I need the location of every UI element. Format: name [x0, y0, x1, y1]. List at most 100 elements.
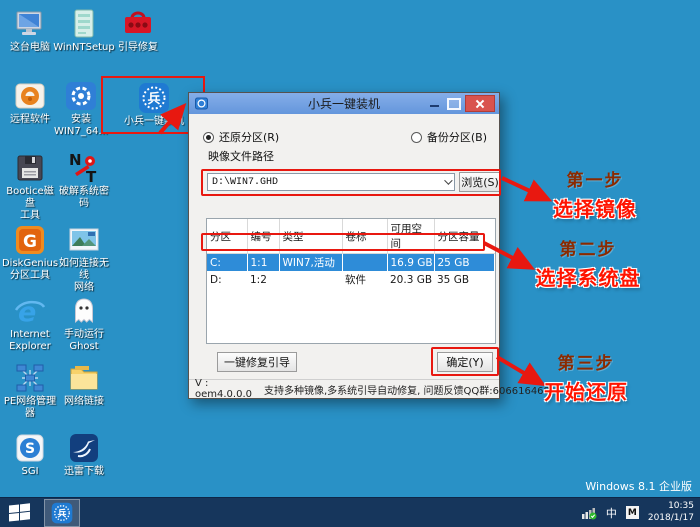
- status-text: 支持多种镜像,多系统引导自动修复, 问题反馈QQ群:606616468: [264, 385, 550, 397]
- ok-button[interactable]: 确定(Y): [437, 352, 493, 372]
- annotation-step-1: 第一步 选择镜像: [535, 166, 655, 222]
- partition-table: 分区 编号 类型 卷标 可用空间 分区容量 C: 1:1 WIN7,活动 16.9…: [206, 218, 496, 344]
- desktop-icon-pe-network-manager[interactable]: PE网络管理器: [3, 362, 57, 420]
- icon-label: PE网络管理器: [3, 396, 57, 419]
- network-status-icon[interactable]: [581, 506, 597, 520]
- system-tray: 中 M 10:35 2018/1/17: [581, 501, 700, 524]
- icon-label: 这台电脑: [10, 42, 50, 53]
- repair-boot-button[interactable]: 一键修复引导: [217, 352, 297, 372]
- icon-label: Bootice磁盘 工具: [6, 186, 54, 221]
- icon-label: 破解系统密码: [59, 186, 109, 209]
- diskgenius-icon: G: [16, 226, 44, 254]
- table-row-c-selected[interactable]: C: 1:1 WIN7,活动 16.9 GB 25 GB: [207, 253, 495, 271]
- image-path-combobox[interactable]: D:\WIN7.GHD: [207, 173, 455, 191]
- icon-label: 如何连接无线 网络: [59, 258, 109, 293]
- svg-text:兵: 兵: [58, 507, 67, 519]
- radio-backup-partition[interactable]: 备份分区(B): [410, 129, 487, 145]
- svg-text:N: N: [69, 152, 82, 169]
- ime-mode-icon[interactable]: M: [625, 506, 639, 519]
- ime-language-indicator[interactable]: 中: [606, 505, 617, 521]
- desktop-icon-internet-explorer[interactable]: e Internet Explorer: [3, 295, 57, 353]
- step-3-title: 第三步: [557, 354, 615, 374]
- image-path-label: 映像文件路径: [208, 150, 274, 163]
- icon-label: Internet Explorer: [9, 329, 51, 352]
- pe-network-manager-icon: [16, 364, 44, 392]
- dialog-titlebar[interactable]: 小兵一键装机: [189, 93, 499, 114]
- icon-label: 网络链接: [64, 396, 104, 407]
- clock-time: 10:35: [668, 501, 694, 512]
- icon-label: WinNTSetup: [53, 42, 115, 53]
- taskbar-app-xiaobing[interactable]: 兵: [44, 498, 80, 527]
- col-capacity[interactable]: 分区容量: [434, 219, 495, 254]
- network-links-folder-icon: [70, 366, 98, 390]
- dialog-statusbar: V : oem4.0.0.0 支持多种镜像,多系统引导自动修复, 问题反馈QQ群…: [189, 378, 550, 400]
- radio-dot-selected: [203, 131, 214, 143]
- close-button[interactable]: [465, 95, 495, 112]
- desktop-icon-this-pc[interactable]: 这台电脑: [3, 8, 57, 54]
- remote-software-icon: [15, 83, 45, 109]
- desktop: 这台电脑 WinNTSetup 引导修复 远程软件 安装 WIN7_64... …: [0, 0, 700, 527]
- chevron-down-icon: [444, 176, 453, 185]
- desktop-icon-password-crack[interactable]: NT 破解系统密码: [57, 152, 111, 210]
- desktop-icon-bootice[interactable]: Bootice磁盘 工具: [3, 152, 57, 222]
- table-row-d[interactable]: D: 1:2 软件 20.3 GB 35 GB: [207, 271, 495, 288]
- desktop-icon-thunder-download[interactable]: 迅雷下载: [57, 432, 111, 478]
- winntsetup-icon: [74, 9, 94, 38]
- browse-button[interactable]: 浏览(S): [459, 172, 501, 192]
- table-header-row: 分区 编号 类型 卷标 可用空间 分区容量: [207, 219, 495, 254]
- annotation-step-2: 第二步 选择系统盘: [522, 235, 654, 291]
- icon-label: SGI: [21, 466, 39, 477]
- svg-text:G: G: [23, 232, 37, 252]
- icon-label: DiskGenius 分区工具: [1, 258, 59, 281]
- version-text: V : oem4.0.0.0: [195, 378, 252, 400]
- step-3-subtitle: 开始还原: [544, 380, 628, 404]
- step-2-subtitle: 选择系统盘: [535, 266, 641, 290]
- radio-restore-label: 还原分区(R): [219, 131, 280, 144]
- wireless-help-picture-icon: [69, 228, 99, 251]
- annotation-step-3: 第三步 开始还原: [524, 349, 648, 405]
- radio-backup-label: 备份分区(B): [426, 131, 487, 144]
- step-2-title: 第二步: [559, 240, 617, 260]
- thunder-download-icon: [70, 434, 98, 462]
- install-win7-gear-icon: [66, 82, 96, 110]
- icon-label: 远程软件: [10, 114, 50, 125]
- desktop-icon-winntsetup[interactable]: WinNTSetup: [53, 8, 115, 54]
- desktop-icon-boot-repair[interactable]: 引导修复: [111, 8, 165, 54]
- taskbar: 兵 中 M 10:35 2018/1/17: [0, 497, 700, 527]
- desktop-icon-wireless-help[interactable]: 如何连接无线 网络: [57, 224, 111, 294]
- radio-restore-partition[interactable]: 还原分区(R): [203, 129, 279, 145]
- this-pc-icon: [16, 11, 42, 35]
- sgi-icon: S: [16, 434, 44, 462]
- xiaobing-taskbar-icon: 兵: [51, 502, 73, 523]
- col-free-space[interactable]: 可用空间: [387, 219, 435, 254]
- desktop-icon-remote-software[interactable]: 远程软件: [3, 80, 57, 126]
- internet-explorer-icon: e: [14, 297, 46, 327]
- step-1-subtitle: 选择镜像: [553, 197, 637, 221]
- icon-label: 引导修复: [118, 42, 158, 53]
- boot-repair-toolbox-icon: [125, 11, 151, 33]
- col-partition[interactable]: 分区: [207, 219, 248, 254]
- col-type[interactable]: 类型: [279, 219, 343, 254]
- desktop-icon-ghost[interactable]: 手动运行 Ghost: [57, 295, 111, 353]
- password-crack-key-icon: NT: [69, 152, 97, 184]
- col-volume-label[interactable]: 卷标: [342, 219, 388, 254]
- icon-label: 手动运行 Ghost: [64, 329, 104, 352]
- ghost-icon: [75, 298, 93, 324]
- desktop-icon-sgi[interactable]: S SGI: [3, 432, 57, 478]
- radio-dot-unselected: [410, 131, 422, 143]
- installer-dialog: 小兵一键装机 还原分区(R) 备份分区(B) 映像文件路径 D:\WIN7.GH…: [188, 92, 550, 400]
- col-number[interactable]: 编号: [247, 219, 280, 254]
- clock[interactable]: 10:35 2018/1/17: [648, 501, 694, 524]
- image-path-value: D:\WIN7.GHD: [212, 176, 279, 188]
- desktop-icon-diskgenius[interactable]: G DiskGenius 分区工具: [1, 224, 59, 282]
- svg-text:S: S: [25, 441, 35, 457]
- step-1-title: 第一步: [566, 171, 624, 191]
- windows-logo-icon: [9, 503, 30, 522]
- start-button[interactable]: [0, 498, 40, 527]
- desktop-icon-install-win7[interactable]: 安装 WIN7_64...: [54, 80, 108, 138]
- desktop-icon-network-links[interactable]: 网络链接: [57, 362, 111, 408]
- minimize-button[interactable]: [427, 97, 443, 111]
- maximize-button[interactable]: [447, 97, 461, 110]
- windows-edition-label: Windows 8.1 企业版: [585, 480, 692, 493]
- svg-text:T: T: [86, 168, 97, 184]
